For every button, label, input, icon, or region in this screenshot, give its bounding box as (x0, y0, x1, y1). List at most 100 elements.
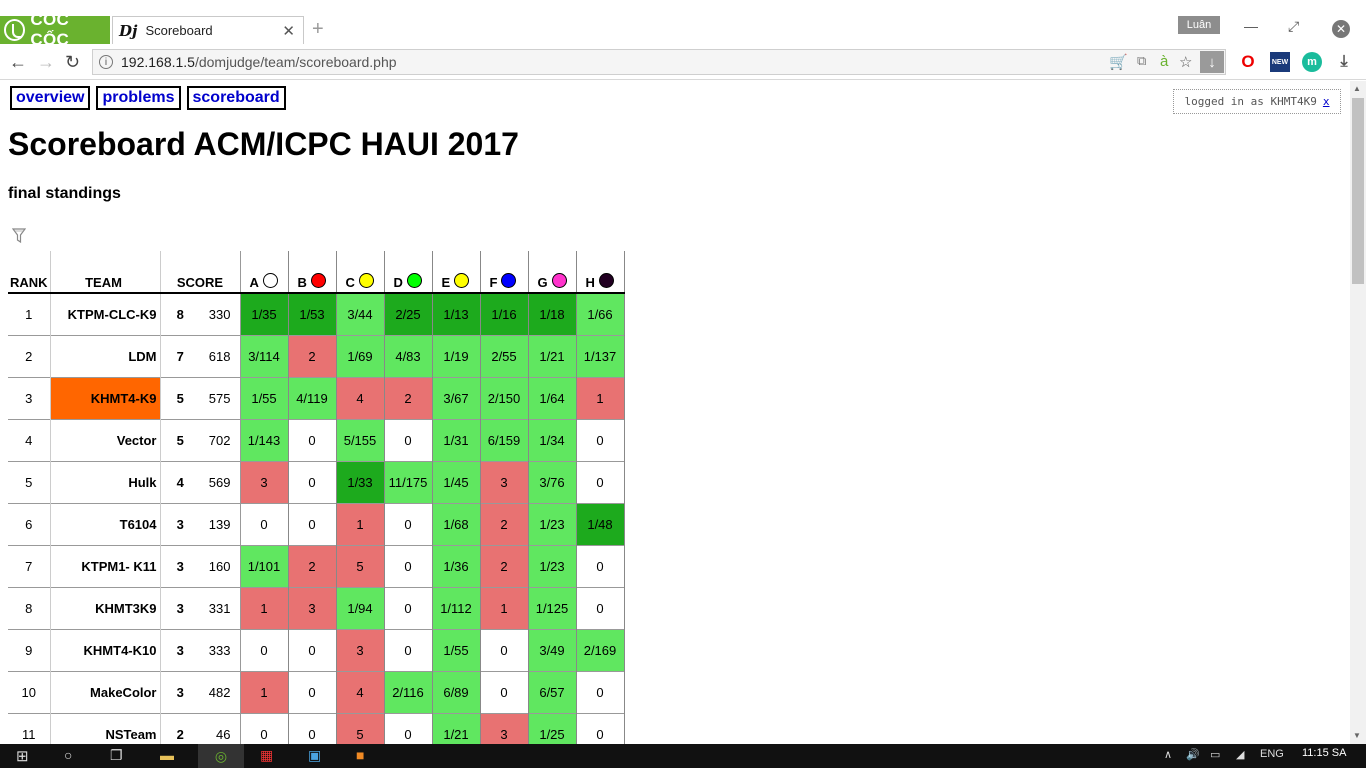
problem-cell[interactable]: 0 (288, 460, 337, 503)
coccoc-taskbar-icon[interactable]: ◎ (198, 744, 244, 768)
battery-icon[interactable]: ▭ (1210, 748, 1220, 761)
header-problem-f[interactable]: F (480, 251, 529, 294)
team-name[interactable]: Hulk (49, 460, 160, 503)
close-window-icon[interactable]: ✕ (1332, 20, 1350, 38)
team-name[interactable]: KHMT4-K10 (49, 628, 160, 671)
search-icon[interactable]: ○ (64, 747, 72, 763)
problem-cell[interactable]: 2 (384, 376, 433, 419)
table-row[interactable]: 11 NSTeam 2 46 0 0 5 0 1/21 3 1/25 0 (8, 712, 625, 744)
new-tab-icon[interactable]: + (312, 18, 324, 41)
problem-cell[interactable]: 0 (384, 628, 433, 671)
problem-cell[interactable]: 2/25 (384, 292, 433, 335)
problem-cell[interactable]: 1 (240, 670, 289, 713)
problem-cell[interactable]: 1/55 (432, 628, 481, 671)
team-name[interactable]: KHMT3K9 (49, 586, 160, 629)
problem-cell[interactable]: 1/34 (528, 418, 577, 461)
header-problem-e[interactable]: E (432, 251, 481, 294)
problem-cell[interactable]: 0 (576, 418, 625, 461)
problem-cell[interactable]: 0 (480, 670, 529, 713)
team-name[interactable]: T6104 (49, 502, 160, 545)
header-problem-h[interactable]: H (576, 251, 625, 294)
problem-cell[interactable]: 3/44 (336, 292, 385, 335)
address-bar[interactable]: i 192.168.1.5/domjudge/team/scoreboard.p… (92, 49, 1226, 75)
menu-overview[interactable]: overview (10, 86, 91, 110)
team-name[interactable]: NSTeam (49, 712, 160, 744)
problem-cell[interactable]: 1/23 (528, 502, 577, 545)
problem-cell[interactable]: 3 (480, 712, 529, 744)
scroll-down-icon[interactable]: ▼ (1353, 731, 1361, 740)
problem-cell[interactable]: 1 (336, 502, 385, 545)
tab-close-icon[interactable]: ✕ (282, 22, 295, 40)
bookmark-star-icon[interactable]: ☆ (1179, 53, 1192, 71)
problem-cell[interactable]: 1 (576, 376, 625, 419)
shopping-cart-icon[interactable]: 🛒 (1109, 53, 1128, 71)
problem-cell[interactable]: 11/175 (384, 460, 433, 503)
vietnamese-input-icon[interactable]: à (1160, 53, 1168, 70)
problem-cell[interactable]: 5 (336, 544, 385, 587)
store-taskbar-icon[interactable]: ▣ (308, 747, 321, 764)
problem-cell[interactable]: 2 (480, 502, 529, 545)
problem-cell[interactable]: 0 (240, 502, 289, 545)
problem-cell[interactable]: 0 (384, 502, 433, 545)
table-row[interactable]: 6 T6104 3 139 0 0 1 0 1/68 2 1/23 1/48 (8, 502, 625, 545)
problem-cell[interactable]: 3/67 (432, 376, 481, 419)
problem-cell[interactable]: 0 (576, 712, 625, 744)
problem-cell[interactable]: 2/55 (480, 334, 529, 377)
problem-cell[interactable]: 0 (576, 544, 625, 587)
opera-icon[interactable]: O (1238, 52, 1258, 72)
problem-cell[interactable]: 6/89 (432, 670, 481, 713)
news-extension-icon[interactable]: NEW (1270, 52, 1290, 72)
problem-cell[interactable]: 1/66 (576, 292, 625, 335)
problem-cell[interactable]: 3/114 (240, 334, 289, 377)
restore-icon[interactable]: ⤢ (1288, 18, 1299, 35)
menu-problems[interactable]: problems (96, 86, 181, 110)
problem-cell[interactable]: 1/19 (432, 334, 481, 377)
problem-cell[interactable]: 1/36 (432, 544, 481, 587)
problem-cell[interactable]: 1/64 (528, 376, 577, 419)
menu-scoreboard[interactable]: scoreboard (186, 86, 286, 110)
header-problem-b[interactable]: B (288, 251, 337, 294)
table-row[interactable]: 7 KTPM1- K11 3 160 1/101 2 5 0 1/36 2 1/23 0 (8, 544, 625, 587)
problem-cell[interactable]: 3 (336, 628, 385, 671)
reload-icon[interactable]: ↻ (65, 52, 80, 73)
problem-cell[interactable]: 4/119 (288, 376, 337, 419)
problem-cell[interactable]: 3 (288, 586, 337, 629)
problem-cell[interactable]: 1/68 (432, 502, 481, 545)
scroll-up-icon[interactable]: ▲ (1353, 84, 1361, 93)
table-row[interactable]: 4 Vector 5 702 1/143 0 5/155 0 1/31 6/159 1/34 0 (8, 418, 625, 461)
problem-cell[interactable]: 1/69 (336, 334, 385, 377)
app-taskbar-icon[interactable]: ▦ (260, 747, 273, 764)
team-name[interactable]: KHMT4-K9 (49, 376, 160, 419)
problem-cell[interactable]: 1/48 (576, 502, 625, 545)
problem-cell[interactable]: 1/35 (240, 292, 289, 335)
header-team[interactable]: TEAM (49, 251, 160, 294)
minimize-icon[interactable]: — (1244, 18, 1258, 34)
problem-cell[interactable]: 0 (288, 418, 337, 461)
problem-cell[interactable]: 5 (336, 712, 385, 744)
volume-icon[interactable]: 🔊 (1186, 748, 1200, 761)
wifi-icon[interactable]: ◢ (1236, 748, 1244, 761)
problem-cell[interactable]: 2/116 (384, 670, 433, 713)
problem-cell[interactable]: 1/125 (528, 586, 577, 629)
problem-cell[interactable]: 0 (576, 670, 625, 713)
problem-cell[interactable]: 1/101 (240, 544, 289, 587)
problem-cell[interactable]: 0 (288, 712, 337, 744)
task-view-icon[interactable]: ❐ (110, 747, 123, 764)
problem-cell[interactable]: 1 (480, 586, 529, 629)
vertical-scrollbar[interactable]: ▲ ▼ (1350, 81, 1366, 744)
problem-cell[interactable]: 1/137 (576, 334, 625, 377)
problem-cell[interactable]: 0 (576, 586, 625, 629)
file-explorer-icon[interactable]: ▬ (160, 747, 174, 763)
problem-cell[interactable]: 0 (240, 628, 289, 671)
problem-cell[interactable]: 2/150 (480, 376, 529, 419)
problem-cell[interactable]: 1 (240, 586, 289, 629)
problem-cell[interactable]: 4 (336, 670, 385, 713)
problem-cell[interactable]: 0 (288, 628, 337, 671)
problem-cell[interactable]: 1/21 (528, 334, 577, 377)
table-row[interactable]: 8 KHMT3K9 3 331 1 3 1/94 0 1/112 1 1/125 0 (8, 586, 625, 629)
table-row[interactable]: 10 MakeColor 3 482 1 0 4 2/116 6/89 0 6/57 0 (8, 670, 625, 713)
problem-cell[interactable]: 6/159 (480, 418, 529, 461)
problem-cell[interactable]: 0 (384, 712, 433, 744)
team-name[interactable]: KTPM1- K11 (49, 544, 160, 587)
problem-cell[interactable]: 3/76 (528, 460, 577, 503)
